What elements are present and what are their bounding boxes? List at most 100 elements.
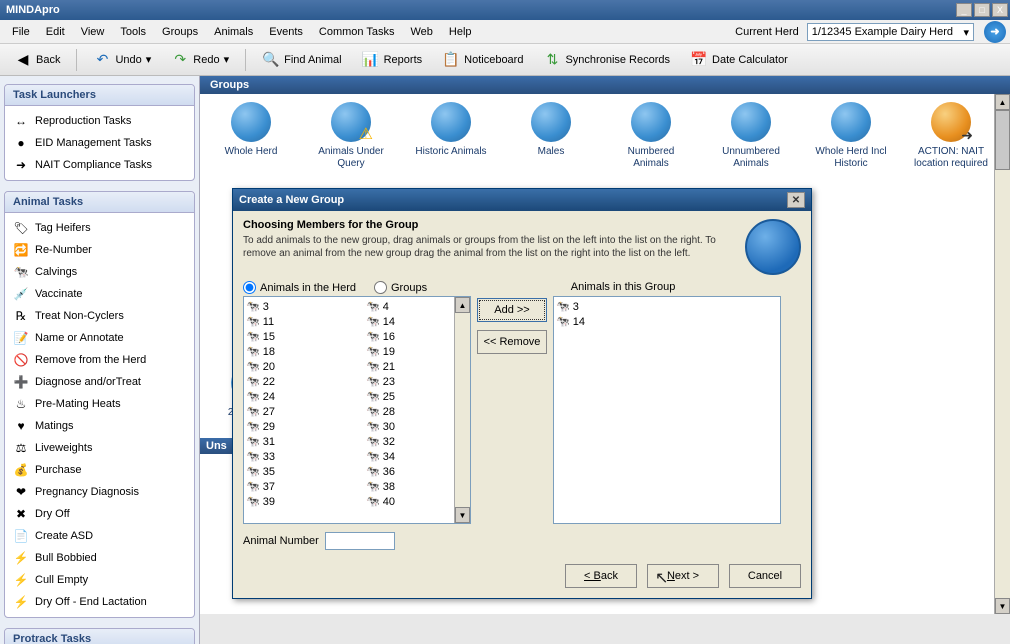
animal-row[interactable]: 🐄23 — [366, 374, 446, 389]
scroll-thumb[interactable] — [995, 110, 1010, 170]
sidebar-item[interactable]: ⚡Cull Empty — [5, 569, 194, 591]
menu-view[interactable]: View — [73, 23, 113, 41]
find-animal-button[interactable]: 🔍Find Animal — [254, 47, 349, 73]
sidebar-item[interactable]: ➕Diagnose and/orTreat — [5, 371, 194, 393]
animal-row[interactable]: 🐄3 — [246, 299, 326, 314]
animal-row[interactable]: 🐄22 — [246, 374, 326, 389]
menu-file[interactable]: File — [4, 23, 38, 41]
dialog-subhead: Choosing Members for the Group — [243, 219, 735, 231]
sidebar-item-icon: 🚫 — [13, 352, 29, 368]
scroll-down-button[interactable]: ▼ — [995, 598, 1010, 614]
sidebar-item[interactable]: 🐄Calvings — [5, 261, 194, 283]
menu-edit[interactable]: Edit — [38, 23, 73, 41]
menu-common-tasks[interactable]: Common Tasks — [311, 23, 403, 41]
animal-row[interactable]: 🐄4 — [366, 299, 446, 314]
redo-button[interactable]: ↷Redo▾ — [163, 47, 237, 73]
animal-row[interactable]: 🐄37 — [246, 479, 326, 494]
animal-row[interactable]: 🐄14 — [556, 314, 636, 329]
sidebar-item[interactable]: ⚡Bull Bobbied — [5, 547, 194, 569]
sidebar-item[interactable]: ⚡Dry Off - End Lactation — [5, 591, 194, 613]
animal-row[interactable]: 🐄27 — [246, 404, 326, 419]
wizard-cancel-button[interactable]: Cancel — [729, 564, 801, 588]
animal-row[interactable]: 🐄25 — [366, 389, 446, 404]
sidebar-item[interactable]: ⚖Liveweights — [5, 437, 194, 459]
dialog-close-button[interactable]: ✕ — [787, 192, 805, 208]
dropdown-icon: ▾ — [146, 53, 152, 66]
content-scrollbar[interactable]: ▲ ▼ — [994, 94, 1010, 614]
add-button[interactable]: Add >> — [477, 298, 547, 322]
group-item[interactable]: Whole Herd Incl Historic — [810, 102, 892, 345]
animal-row[interactable]: 🐄18 — [246, 344, 326, 359]
radio-animals-in-herd[interactable]: Animals in the Herd — [243, 281, 356, 294]
herd-combo[interactable]: 1/12345 Example Dairy Herd — [807, 23, 974, 41]
back-button[interactable]: ◀Back — [6, 47, 68, 73]
sync-button[interactable]: ⇅Synchronise Records — [535, 47, 678, 73]
animal-row[interactable]: 🐄36 — [366, 464, 446, 479]
menu-tools[interactable]: Tools — [112, 23, 154, 41]
sidebar-item[interactable]: ●EID Management Tasks — [5, 132, 194, 154]
animal-row[interactable]: 🐄33 — [246, 449, 326, 464]
animal-row[interactable]: 🐄32 — [366, 434, 446, 449]
animal-row[interactable]: 🐄40 — [366, 494, 446, 509]
sidebar-item[interactable]: 🏷Tag Heifers — [5, 217, 194, 239]
animal-row[interactable]: 🐄21 — [366, 359, 446, 374]
minimize-button[interactable]: _ — [956, 3, 972, 17]
group-item[interactable]: ACTION: NAIT location required — [910, 102, 992, 345]
animal-row[interactable]: 🐄24 — [246, 389, 326, 404]
animal-row[interactable]: 🐄19 — [366, 344, 446, 359]
sidebar-item[interactable]: 💉Vaccinate — [5, 283, 194, 305]
sidebar-item[interactable]: 💰Purchase — [5, 459, 194, 481]
selected-animals-list[interactable]: 🐄3🐄14 — [553, 296, 781, 524]
menu-events[interactable]: Events — [261, 23, 311, 41]
maximize-button[interactable]: □ — [974, 3, 990, 17]
radio-groups[interactable]: Groups — [374, 281, 427, 294]
noticeboard-button[interactable]: 📋Noticeboard — [434, 47, 531, 73]
wizard-back-button[interactable]: < Back — [565, 564, 637, 588]
animal-row[interactable]: 🐄35 — [246, 464, 326, 479]
animal-row[interactable]: 🐄11 — [246, 314, 326, 329]
animal-row[interactable]: 🐄3 — [556, 299, 636, 314]
animal-number: 24 — [263, 391, 275, 403]
sidebar-item-icon: ℞ — [13, 308, 29, 324]
animal-row[interactable]: 🐄16 — [366, 329, 446, 344]
available-animals-list[interactable]: 🐄3🐄11🐄15🐄18🐄20🐄22🐄24🐄27🐄29🐄31🐄33🐄35🐄37🐄3… — [243, 296, 471, 524]
animal-row[interactable]: 🐄31 — [246, 434, 326, 449]
animal-row[interactable]: 🐄28 — [366, 404, 446, 419]
sidebar-item[interactable]: ♨Pre-Mating Heats — [5, 393, 194, 415]
left-list-scrollbar[interactable]: ▲ ▼ — [454, 297, 470, 523]
sidebar-item[interactable]: ♥Matings — [5, 415, 194, 437]
scroll-up-button[interactable]: ▲ — [995, 94, 1010, 110]
sidebar-item[interactable]: ❤Pregnancy Diagnosis — [5, 481, 194, 503]
menu-web[interactable]: Web — [403, 23, 441, 41]
scroll-down-button[interactable]: ▼ — [455, 507, 470, 523]
menu-animals[interactable]: Animals — [206, 23, 261, 41]
animal-row[interactable]: 🐄14 — [366, 314, 446, 329]
reports-button[interactable]: 📊Reports — [354, 47, 431, 73]
close-button[interactable]: X — [992, 3, 1008, 17]
animal-row[interactable]: 🐄29 — [246, 419, 326, 434]
sidebar-item[interactable]: 🔁Re-Number — [5, 239, 194, 261]
animal-row[interactable]: 🐄15 — [246, 329, 326, 344]
undo-button[interactable]: ↶Undo▾ — [85, 47, 159, 73]
animal-number-input[interactable] — [325, 532, 395, 550]
menu-help[interactable]: Help — [441, 23, 480, 41]
remove-button[interactable]: << Remove — [477, 330, 547, 354]
animal-row[interactable]: 🐄39 — [246, 494, 326, 509]
sidebar-item[interactable]: 🚫Remove from the Herd — [5, 349, 194, 371]
animal-row[interactable]: 🐄38 — [366, 479, 446, 494]
menu-groups[interactable]: Groups — [154, 23, 206, 41]
sidebar-item[interactable]: ➜NAIT Compliance Tasks — [5, 154, 194, 176]
sidebar-item[interactable]: ✖Dry Off — [5, 503, 194, 525]
date-calc-button[interactable]: 📅Date Calculator — [682, 47, 796, 73]
animal-row[interactable]: 🐄34 — [366, 449, 446, 464]
herd-go-button[interactable]: ➜ — [984, 21, 1006, 43]
wizard-next-button[interactable]: Next > — [647, 564, 719, 588]
sidebar-item[interactable]: ↔Reproduction Tasks — [5, 110, 194, 132]
animal-row[interactable]: 🐄30 — [366, 419, 446, 434]
sidebar-item[interactable]: 📝Name or Annotate — [5, 327, 194, 349]
sidebar-item[interactable]: ℞Treat Non-Cyclers — [5, 305, 194, 327]
animal-row[interactable]: 🐄20 — [246, 359, 326, 374]
animal-number: 14 — [573, 316, 585, 328]
scroll-up-button[interactable]: ▲ — [455, 297, 470, 313]
sidebar-item[interactable]: 📄Create ASD — [5, 525, 194, 547]
